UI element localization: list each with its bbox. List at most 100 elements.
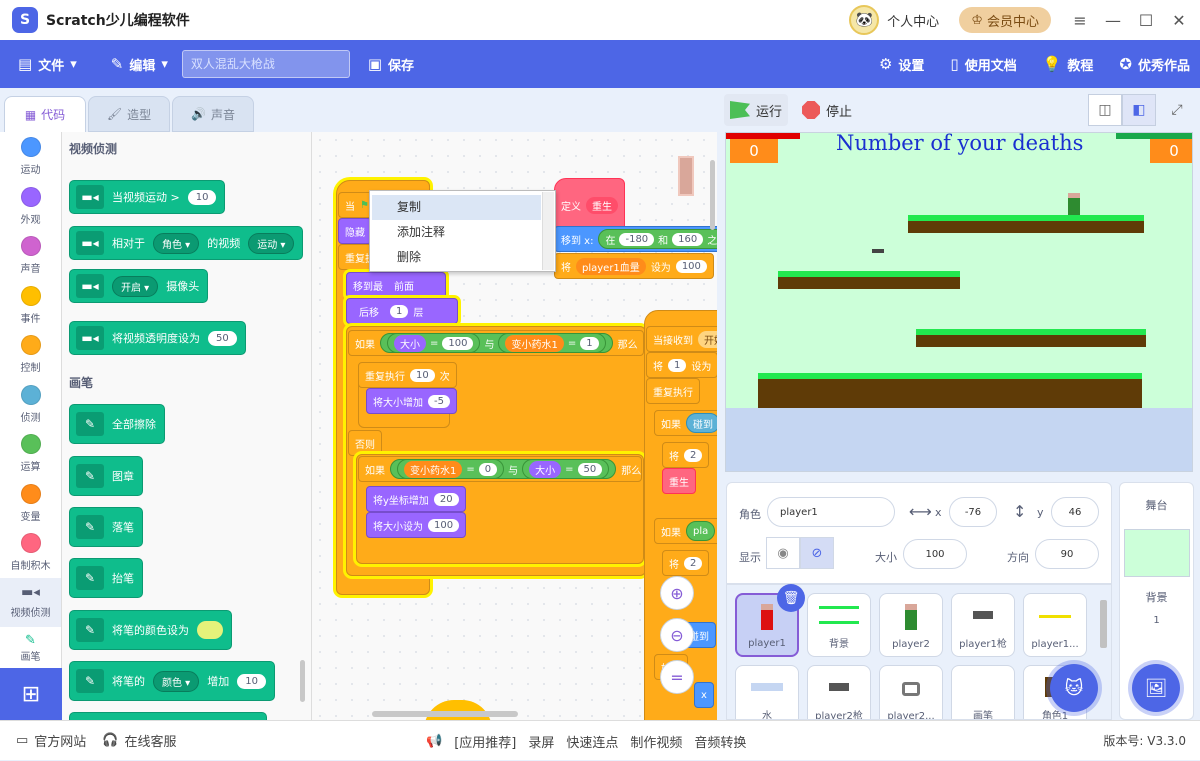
block-change-y[interactable]: 将y坐标增加 20 — [366, 486, 466, 512]
operator-partial[interactable]: pla — [686, 521, 716, 541]
block-input[interactable]: -5 — [428, 394, 450, 408]
category-sensing[interactable]: 侦测 — [0, 380, 61, 430]
add-backdrop-button[interactable]: 🖼 — [1132, 664, 1180, 712]
block-input[interactable]: 10 — [187, 189, 217, 205]
block-hide[interactable]: 隐藏 — [338, 218, 372, 244]
showcase-button[interactable]: ✪ 优秀作品 — [1119, 55, 1190, 74]
block-dropdown[interactable]: 1 — [668, 358, 687, 372]
color-picker[interactable] — [197, 621, 223, 639]
block-set-size[interactable]: 将大小设为 100 — [366, 512, 467, 538]
sprite-tile[interactable]: 水 — [735, 665, 799, 719]
block-dropdown[interactable]: 角色 ▾ — [153, 232, 200, 254]
context-copy[interactable]: 复制 — [372, 195, 541, 220]
category-sound[interactable]: 声音 — [0, 231, 61, 281]
block-input[interactable]: -180 — [619, 232, 655, 246]
direction-field[interactable]: 90 — [1035, 539, 1099, 569]
screen-record-link[interactable]: 录屏 — [528, 732, 554, 751]
block-input[interactable]: 10 — [237, 673, 266, 689]
block-input[interactable]: 1 — [580, 336, 599, 350]
block-pen-color[interactable]: ✎ 将笔的颜色设为 — [69, 610, 232, 650]
block-input[interactable]: 100 — [675, 259, 707, 273]
large-stage-button[interactable]: ◧ — [1122, 94, 1156, 126]
touching-reporter[interactable]: 碰到 — [686, 413, 717, 433]
show-button[interactable]: ◉ — [766, 537, 800, 569]
tab-costume[interactable]: 🖌 造型 — [88, 96, 170, 132]
small-stage-button[interactable]: ◫ — [1088, 94, 1122, 126]
block-video-relative[interactable]: ▬◂ 相对于 角色 ▾ 的视频 运动 ▾ — [69, 226, 304, 260]
block-set-variable[interactable]: 将 player1血量 设为 100 — [554, 253, 714, 279]
block-input[interactable]: 50 — [577, 462, 603, 476]
edit-menu[interactable]: ✎ 编辑 ▾ — [111, 55, 168, 74]
sprite-tile[interactable]: player2 — [879, 593, 943, 657]
sprite-tile[interactable]: 画笔 — [951, 665, 1015, 719]
category-control[interactable]: 控制 — [0, 330, 61, 380]
block-if-touch[interactable]: 如果 碰到 — [654, 410, 717, 436]
block-move-to[interactable]: 移到 x: 在-180和160之间 — [554, 226, 717, 252]
block-if-pla[interactable]: 如果 pla — [654, 518, 717, 544]
sprite-tile[interactable]: player2... — [879, 665, 943, 719]
block-dropdown[interactable]: 运动 ▾ — [248, 232, 295, 254]
stage-thumbnail[interactable] — [1124, 529, 1190, 577]
equals-operator[interactable]: 大小 = 100 — [387, 333, 481, 353]
app-recommend-link[interactable]: [应用推荐] — [454, 732, 516, 751]
menu-icon[interactable]: ≡ — [1065, 11, 1095, 30]
equals-operator[interactable]: 变小药水1 = 0 — [397, 459, 505, 479]
personal-center-link[interactable]: 个人中心 — [887, 11, 939, 30]
equals-operator[interactable]: 大小 = 50 — [522, 459, 610, 479]
user-avatar[interactable]: 🐼 — [849, 5, 880, 35]
block-dropdown[interactable]: 后移 — [353, 302, 385, 320]
code-hscrollbar[interactable] — [372, 711, 518, 717]
block-pen-change[interactable]: ✎ 将笔的 颜色 ▾ 增加 10 — [69, 661, 275, 701]
block-pen-down[interactable]: ✎ 落笔 — [69, 507, 143, 547]
save-button[interactable]: ▣ 保存 — [368, 55, 414, 74]
block-dropdown[interactable]: 前面 — [388, 276, 420, 294]
palette-scrollbar[interactable] — [300, 660, 305, 702]
sprite-tile[interactable]: player1枪 — [951, 593, 1015, 657]
block-change-size[interactable]: 将大小增加 -5 — [366, 388, 457, 414]
block-input[interactable]: 1 — [390, 304, 409, 318]
fullscreen-button[interactable]: ⤢ — [1160, 94, 1194, 126]
category-events[interactable]: 事件 — [0, 281, 61, 331]
zoom-in-button[interactable]: ⊕ — [660, 576, 694, 610]
category-operators[interactable]: 运算 — [0, 429, 61, 479]
block-when-video-motion[interactable]: ▬◂ 当视频运动 > 10 — [69, 180, 226, 214]
tutorial-button[interactable]: 💡 教程 — [1043, 55, 1094, 74]
block-dropdown[interactable]: 开启 ▾ — [112, 275, 159, 297]
tab-sound[interactable]: 🔊 声音 — [172, 96, 254, 132]
block-input[interactable]: 160 — [672, 232, 704, 246]
block-dropdown[interactable]: 开始 — [698, 330, 717, 348]
block-input[interactable]: 100 — [428, 518, 460, 532]
and-operator[interactable]: 大小 = 100 与变小药水1 = 1 — [380, 333, 613, 353]
category-motion[interactable]: 运动 — [0, 132, 61, 182]
block-define[interactable]: 定义 重生 — [554, 178, 625, 232]
category-pen[interactable]: ✎ 画笔 — [0, 627, 61, 665]
block-input[interactable]: 100 — [442, 336, 474, 350]
block-go-back[interactable]: 后移 1 层 — [346, 298, 458, 324]
zoom-out-button[interactable]: ⊖ — [660, 618, 694, 652]
tab-code[interactable]: ▦ 代码 — [4, 96, 86, 132]
run-button[interactable]: 运行 — [724, 94, 789, 126]
block-go-to-layer[interactable]: 移到最 前面 — [346, 272, 446, 298]
block-input[interactable]: 0 — [478, 462, 498, 476]
size-reporter[interactable]: 大小 — [394, 334, 426, 352]
block-set-var3[interactable]: 将2 — [662, 442, 710, 468]
stop-button[interactable]: 停止 — [802, 101, 852, 120]
size-field[interactable]: 100 — [903, 539, 967, 569]
sprite-list-scrollbar[interactable] — [1100, 600, 1107, 648]
add-extension-button[interactable]: ⊞ — [0, 668, 62, 720]
variable-reporter[interactable]: 变小药水1 — [404, 460, 463, 478]
category-video-sensing[interactable]: ▬◂ 视频侦测 — [0, 577, 61, 627]
block-set-var4[interactable]: 将2 — [662, 550, 710, 576]
project-name-input[interactable] — [181, 50, 350, 78]
zoom-reset-button[interactable]: = — [660, 660, 694, 694]
block-set-var2[interactable]: 将 1 设为 — [646, 352, 717, 378]
context-delete[interactable]: 删除 — [370, 245, 555, 270]
block-camera-toggle[interactable]: ▬◂ 开启 ▾ 摄像头 — [69, 269, 209, 303]
block-dropdown[interactable]: 颜色 ▾ — [153, 670, 200, 692]
block-pen-up[interactable]: ✎ 抬笔 — [69, 558, 143, 598]
block-pen-partial[interactable] — [69, 712, 267, 720]
block-x-partial[interactable]: x — [694, 682, 714, 708]
block-call-reborn[interactable]: 重生 — [662, 468, 696, 494]
context-add-comment[interactable]: 添加注释 — [370, 220, 555, 245]
sprite-name-field[interactable]: player1 — [767, 497, 895, 527]
